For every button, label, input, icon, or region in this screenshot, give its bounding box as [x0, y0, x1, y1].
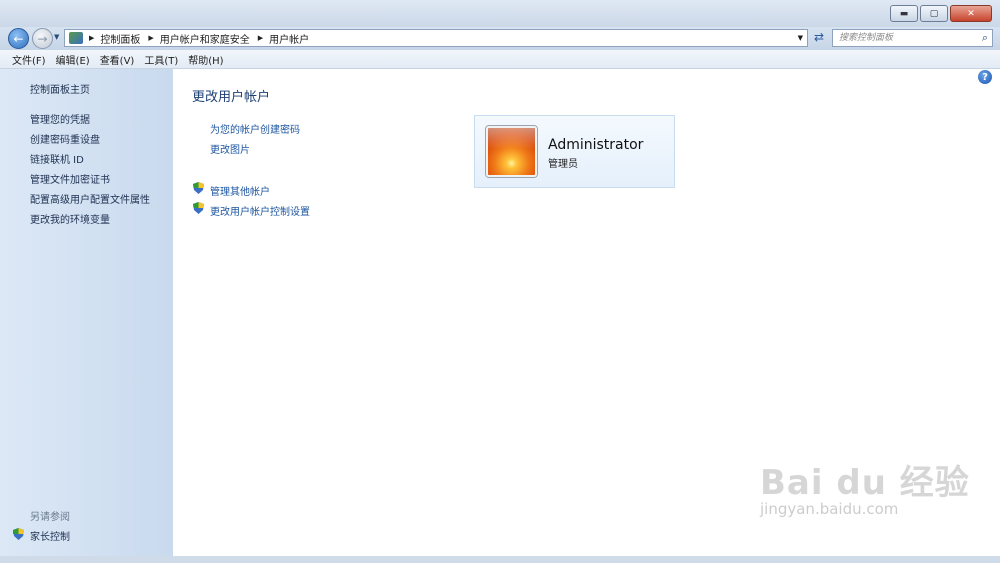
watermark: Bai du 经验 jingyan.baidu.com	[760, 455, 970, 518]
sidebar-item-credentials[interactable]: 管理您的凭据	[30, 111, 90, 126]
back-button[interactable]: ←	[8, 28, 29, 49]
sidebar-item-home[interactable]: 控制面板主页	[30, 81, 90, 96]
search-icon[interactable]: ⌕	[982, 31, 988, 45]
address-bar[interactable]: ▶ 控制面板 ▶ 用户帐户和家庭安全 ▶ 用户帐户 ▼	[64, 29, 808, 47]
close-button[interactable]: ✕	[950, 5, 992, 22]
menu-file[interactable]: 文件(F)	[12, 52, 46, 67]
account-role: 管理员	[548, 159, 578, 170]
sidebar-item-online-id[interactable]: 链接联机 ID	[30, 151, 84, 166]
help-icon[interactable]: ?	[978, 70, 992, 84]
recent-pages-dropdown[interactable]: ▼	[54, 33, 59, 41]
breadcrumb-item[interactable]: ▶ 控制面板	[89, 31, 140, 46]
menu-tools[interactable]: 工具(T)	[144, 52, 178, 67]
menu-edit[interactable]: 编辑(E)	[56, 52, 90, 67]
minimize-button[interactable]: ▬	[890, 5, 918, 22]
shield-icon	[193, 182, 204, 197]
manage-other-accounts-link[interactable]: 管理其他帐户	[210, 183, 270, 198]
refresh-button[interactable]: ⇄	[810, 30, 828, 47]
refresh-icon: ⇄	[813, 30, 825, 44]
breadcrumb-arrow-icon[interactable]: ▶	[89, 34, 94, 42]
menu-help[interactable]: 帮助(H)	[188, 52, 223, 67]
account-name: Administrator	[548, 137, 644, 153]
account-card[interactable]: Administrator 管理员	[474, 115, 675, 188]
breadcrumb-arrow-icon[interactable]: ▶	[258, 34, 263, 42]
forward-button[interactable]: →	[32, 28, 53, 49]
see-also-heading: 另请参阅	[30, 512, 70, 523]
breadcrumb-item[interactable]: ▶ 用户帐户和家庭安全	[148, 31, 249, 46]
address-row: ← → ▼ ▶控制面板 ▶用户帐户和家庭安全 ▶用户帐户 ▼ ⇄ ⌕	[0, 27, 1000, 50]
sidebar-item-env-vars[interactable]: 更改我的环境变量	[30, 211, 110, 226]
search-box[interactable]: ⌕	[832, 29, 993, 47]
sidebar-item-parental-controls[interactable]: 家长控制	[30, 528, 70, 543]
sidebar-item-profile-properties[interactable]: 配置高级用户配置文件属性	[30, 191, 150, 206]
breadcrumb-arrow-icon[interactable]: ▶	[148, 34, 153, 42]
shield-icon	[13, 528, 24, 540]
maximize-button[interactable]: ▢	[920, 5, 948, 22]
watermark-logo: Bai du 经验	[760, 463, 970, 503]
status-bar	[0, 556, 1000, 563]
back-arrow-icon: ←	[13, 31, 24, 46]
sidebar-item-encryption-cert[interactable]: 管理文件加密证书	[30, 171, 110, 186]
change-picture-link[interactable]: 更改图片	[210, 141, 250, 156]
forward-arrow-icon: →	[37, 31, 48, 46]
breadcrumb-item[interactable]: ▶ 用户帐户	[258, 31, 309, 46]
page-title: 更改用户帐户	[192, 90, 271, 105]
address-dropdown-icon[interactable]: ▼	[798, 34, 803, 42]
menu-bar: 文件(F) 编辑(E) 查看(V) 工具(T) 帮助(H)	[0, 50, 1000, 69]
uac-settings-link[interactable]: 更改用户帐户控制设置	[210, 203, 310, 218]
sidebar: 控制面板主页 管理您的凭据 创建密码重设盘 链接联机 ID 管理文件加密证书 配…	[0, 69, 173, 556]
search-input[interactable]	[833, 30, 968, 46]
control-panel-icon	[69, 32, 83, 44]
sidebar-item-reset-disk[interactable]: 创建密码重设盘	[30, 131, 100, 146]
account-picture[interactable]	[486, 126, 537, 177]
title-bar: ▬ ▢ ✕	[0, 0, 1000, 27]
menu-view[interactable]: 查看(V)	[100, 52, 135, 67]
create-password-link[interactable]: 为您的帐户创建密码	[210, 121, 300, 136]
window-controls: ▬ ▢ ✕	[888, 5, 992, 22]
shield-icon	[193, 202, 204, 217]
